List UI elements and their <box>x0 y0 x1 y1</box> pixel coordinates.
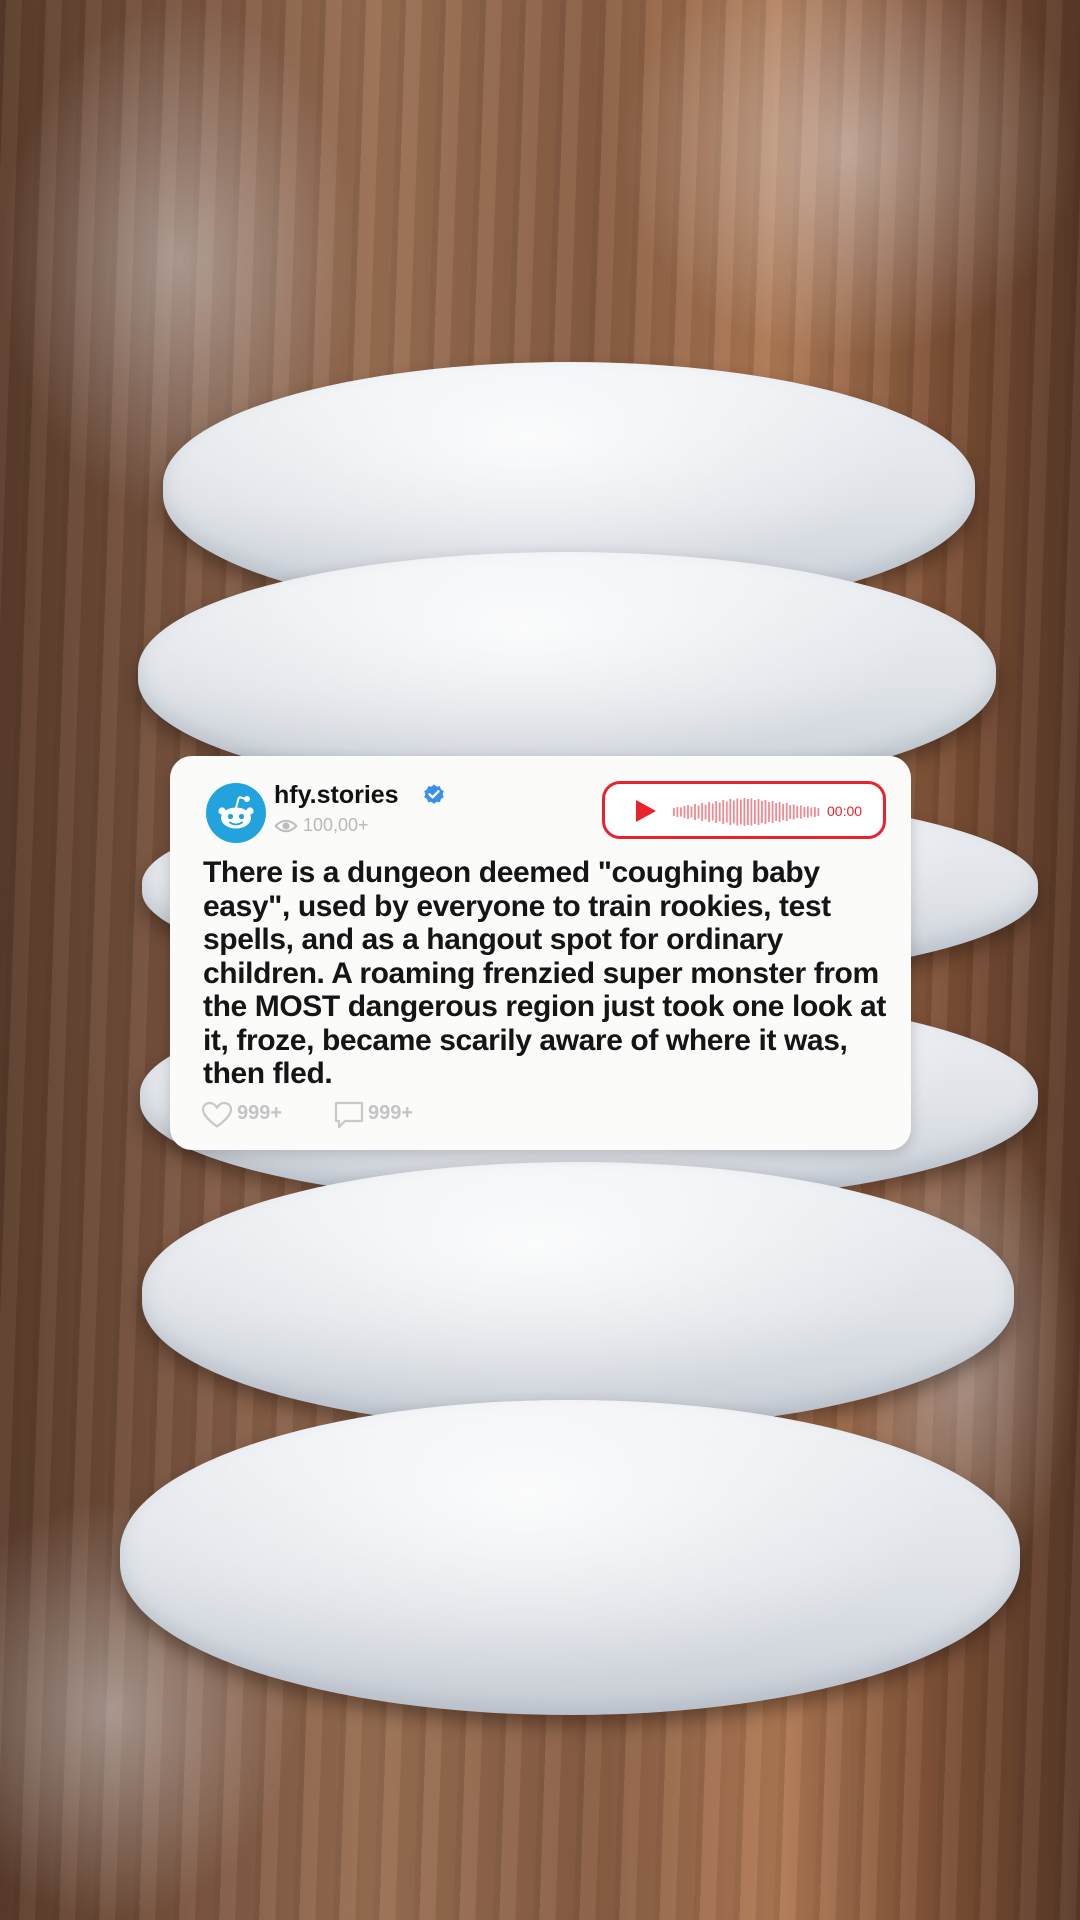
comment-icon[interactable] <box>334 1101 364 1129</box>
waveform-icon <box>673 798 820 826</box>
username[interactable]: hfy.stories <box>274 781 399 810</box>
dough-loaf <box>142 1162 1014 1430</box>
like-count: 999+ <box>237 1102 283 1124</box>
reddit-snoo-icon[interactable] <box>206 783 266 843</box>
eye-icon <box>274 819 298 833</box>
story-text: There is a dungeon deemed "coughing baby… <box>203 856 886 1090</box>
audio-duration: 00:00 <box>827 803 863 819</box>
comment-count: 999+ <box>368 1102 414 1124</box>
verified-badge-icon <box>424 784 444 804</box>
play-icon[interactable] <box>635 799 657 823</box>
story-card: hfy.stories 100,00+ 00:00 There is a dun… <box>170 756 911 1150</box>
dough-loaf <box>120 1400 1020 1715</box>
view-count: 100,00+ <box>303 815 369 835</box>
heart-icon[interactable] <box>201 1101 233 1129</box>
audio-player[interactable]: 00:00 <box>602 781 886 839</box>
